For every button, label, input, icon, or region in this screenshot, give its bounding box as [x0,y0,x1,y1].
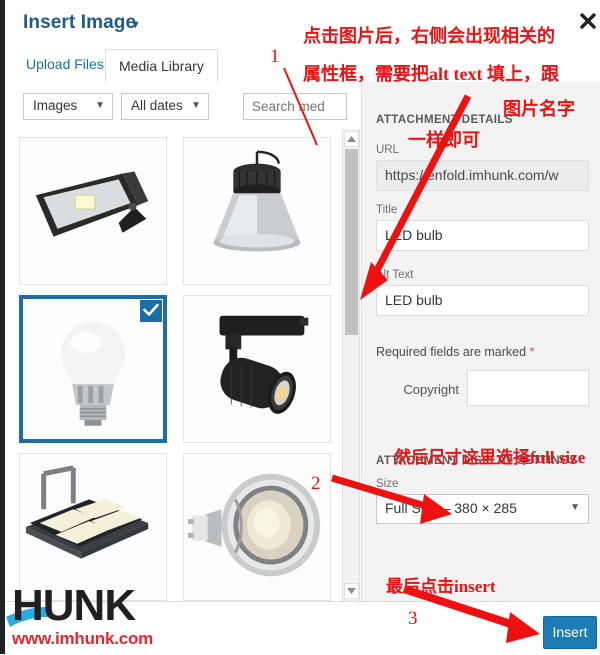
size-value: Full Size – 380 × 285 [385,500,517,516]
page-title: Insert Image [23,12,137,33]
url-label: URL [376,144,400,156]
insert-button[interactable]: Insert [543,616,597,649]
media-item-led-gu10-spotlight[interactable] [183,453,331,601]
alt-text-label: Alt Text [376,269,414,281]
filter-type-select[interactable]: Images ▼ [23,93,113,120]
chevron-down-icon[interactable]: ▼ [130,19,141,31]
url-field[interactable]: https://enfold.imhunk.com/w [376,160,589,191]
copyright-label: Copyright [403,382,459,397]
scrollbar-thumb[interactable] [345,149,358,335]
modal-tabs: Upload Files Media Library [5,48,600,83]
display-settings-heading: ATTACHMENT DISPLAY SETTINGS [376,455,578,467]
required-fields-text: Required fields are marked [376,345,527,359]
attachment-details-heading: ATTACHMENT DETAILS [376,114,513,126]
title-label: Title [376,204,398,216]
search-input[interactable]: Search med [243,93,347,120]
tab-upload-files[interactable]: Upload Files [13,48,117,81]
modal-title-bar: Insert Image ▼ [5,0,600,48]
title-field[interactable]: LED bulb [376,220,589,251]
selected-check-icon [138,299,163,324]
media-item-led-high-bay[interactable] [183,137,331,285]
chevron-down-icon: ▼ [191,100,201,111]
chevron-down-icon: ▼ [95,100,105,111]
media-item-led-bulb[interactable] [19,295,167,443]
scroll-up-button[interactable] [344,131,359,147]
modal-footer: Insert [5,601,600,655]
media-item-led-track-light[interactable] [183,295,331,443]
media-item-led-flood-light[interactable] [19,137,167,285]
tab-media-library[interactable]: Media Library [105,49,218,82]
close-icon[interactable] [575,8,600,34]
media-grid [5,129,342,601]
scroll-down-button[interactable] [344,583,359,599]
insert-image-modal: Insert Image ▼ Upload Files Media Librar… [0,0,600,655]
filter-date-select[interactable]: All dates ▼ [121,93,209,120]
alt-text-field[interactable]: LED bulb [376,285,589,316]
filter-type-value: Images [33,98,78,113]
media-item-led-tunnel-light[interactable] [19,453,167,601]
grid-scrollbar[interactable] [342,129,360,601]
required-fields-note: Required fields are marked * [376,345,534,359]
filter-date-value: All dates [131,98,183,113]
size-select[interactable]: Full Size – 380 × 285 ▼ [376,494,589,524]
attachment-details-panel: ATTACHMENT DETAILS URL https://enfold.im… [361,100,600,601]
detail-panel-top-fill [361,82,600,100]
chevron-down-icon: ▼ [570,502,580,513]
required-asterisk: * [529,345,535,359]
copyright-field[interactable] [467,370,589,406]
size-label: Size [376,478,399,490]
